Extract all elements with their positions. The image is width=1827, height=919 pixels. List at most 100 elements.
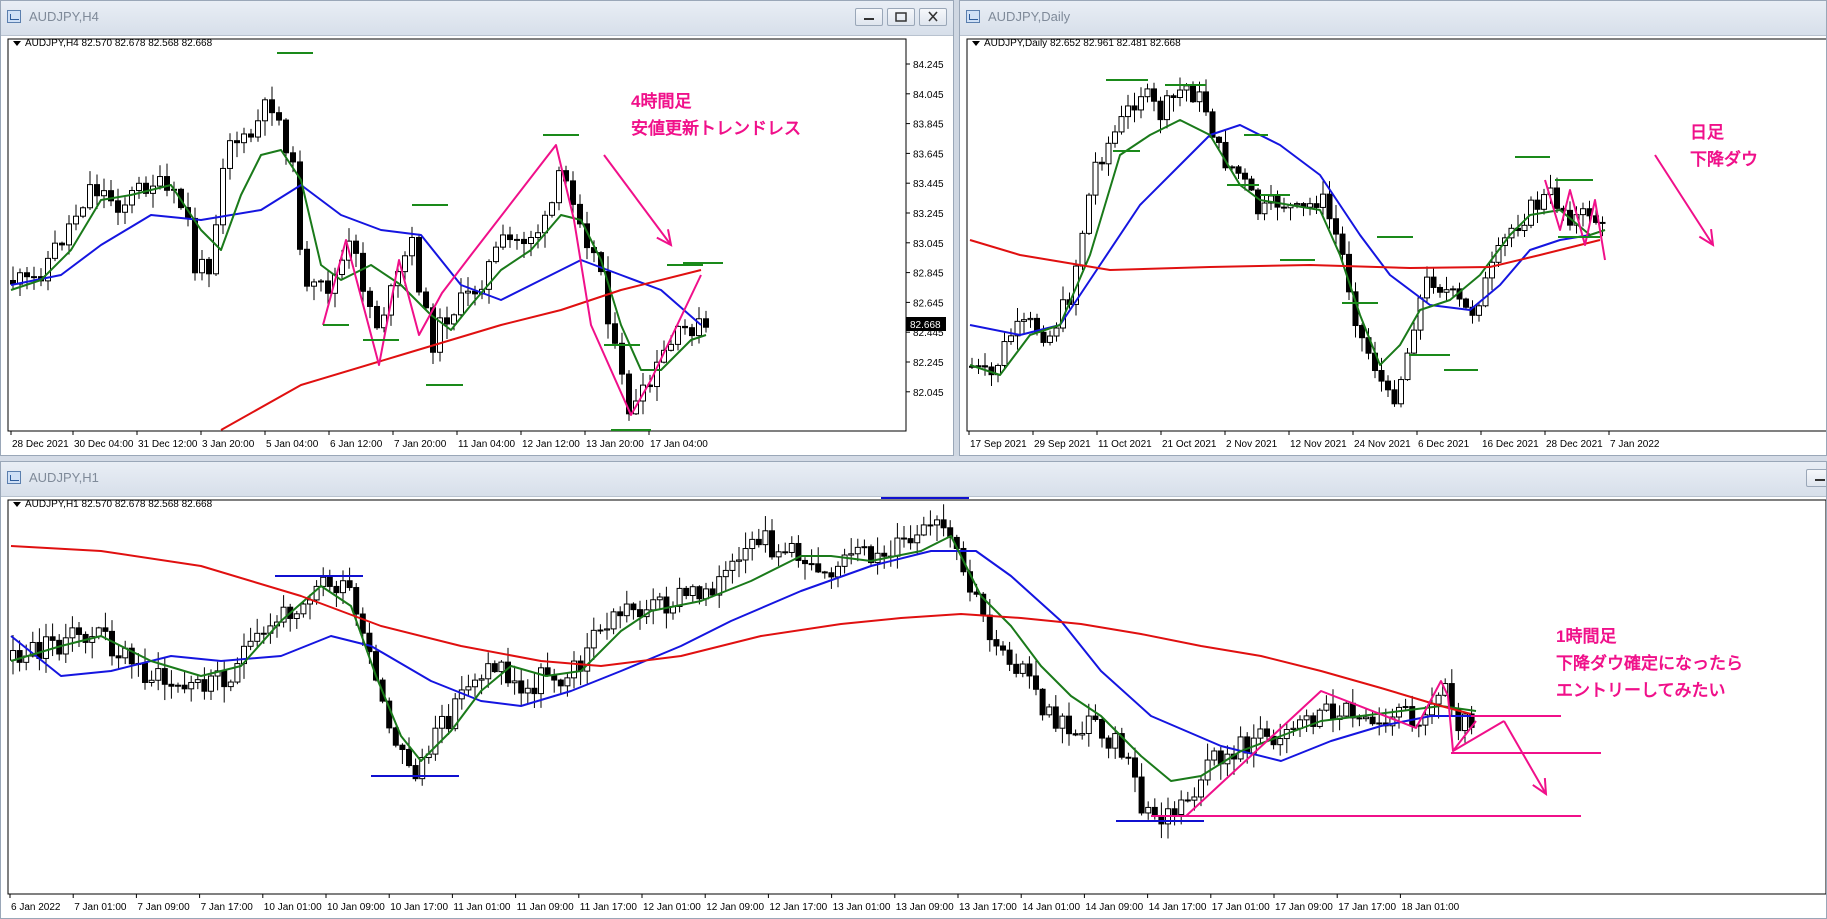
x-tick-label: 13 Jan 17:00 — [959, 902, 1017, 913]
candle-body — [367, 290, 373, 307]
candle-body — [689, 586, 696, 597]
h4-price-chart[interactable]: 84.245 84.045 83.845 83.645 83.445 83.245 83.0… — [1, 35, 953, 455]
candle-body — [1316, 709, 1323, 727]
candle-body — [199, 258, 205, 274]
candle-body — [528, 236, 534, 245]
h1-price-chart[interactable]: 6 Jan 2022 7 Jan 01:00 7 Jan 09:00 7 Jan 17… — [1, 496, 1826, 918]
candle-body — [1079, 232, 1086, 267]
h1-titlebar[interactable]: AUDJPY,H1 — [1, 462, 1826, 497]
candle-body — [1184, 799, 1191, 802]
candle-body — [920, 524, 927, 536]
candle-body — [43, 636, 49, 659]
h4-titlebar[interactable]: AUDJPY,H4 — [1, 1, 953, 36]
candle-body — [346, 580, 353, 589]
x-tick-label: 31 Dec 12:00 — [138, 439, 198, 450]
candle-body — [102, 627, 109, 632]
candle-body — [1244, 736, 1251, 754]
candle-body — [610, 611, 617, 630]
daily-price-chart[interactable]: 17 Sep 2021 29 Sep 2021 11 Oct 2021 21 Oct … — [960, 35, 1827, 455]
candle-body — [755, 538, 762, 546]
candle-body — [689, 327, 695, 337]
y-tick-label: 83.245 — [913, 209, 944, 220]
h4-window-title: AUDJPY,H4 — [29, 9, 99, 24]
candle-body — [619, 342, 625, 375]
candle-body — [1297, 719, 1303, 729]
candle-body — [1211, 750, 1218, 761]
candle-body — [304, 248, 310, 287]
candle-body — [69, 627, 76, 639]
candle-body — [1079, 732, 1086, 736]
candle-body — [630, 603, 637, 611]
h1-window-title: AUDJPY,H1 — [29, 470, 99, 485]
candle-body — [617, 611, 624, 617]
candle-body — [194, 679, 201, 683]
y-tick-label: 83.445 — [913, 179, 944, 190]
candle-body — [874, 552, 881, 564]
candle-body — [465, 686, 472, 691]
minimize-button[interactable] — [855, 8, 883, 26]
candle-body — [1196, 91, 1203, 103]
candle-body — [1006, 649, 1013, 665]
candle-body — [551, 675, 558, 681]
candle-body — [1138, 776, 1145, 814]
candle-body — [564, 677, 571, 687]
candle-body — [175, 684, 181, 687]
h4-chart-window[interactable]: AUDJPY,H4 84.245 84.045 83.845 83.645 83.445… — [0, 0, 954, 456]
candle-body — [623, 603, 630, 617]
candle-body — [248, 133, 254, 138]
x-tick-label: 3 Jan 20:00 — [202, 439, 255, 450]
candle-body — [914, 534, 921, 544]
candle-body — [1411, 329, 1417, 354]
candle-body — [1443, 289, 1450, 293]
candle-body — [1085, 715, 1092, 734]
candle-body — [360, 252, 366, 292]
close-button[interactable] — [919, 8, 947, 26]
candle-body — [709, 588, 716, 596]
daily-titlebar[interactable]: AUDJPY,Daily — [960, 1, 1826, 36]
candle-body — [1198, 779, 1204, 798]
candle-body — [1157, 100, 1164, 121]
candle-body — [221, 670, 228, 688]
candle-body — [66, 223, 72, 246]
plot-area — [7, 38, 907, 432]
minimize-button[interactable] — [1806, 469, 1826, 487]
candle-body — [1333, 218, 1339, 235]
candle-body — [934, 519, 940, 526]
y-tick-label: 82.245 — [913, 358, 944, 369]
candle-body — [1356, 717, 1363, 720]
price-tag-label: 82.668 — [910, 320, 941, 331]
candle-body — [1534, 199, 1541, 210]
candle-body — [1008, 335, 1014, 343]
h1-chart-window[interactable]: AUDJPY,H1 6 Jan 2022 7 Jan 01:00 7 Jan 09:… — [0, 461, 1827, 919]
candle-body — [241, 133, 247, 144]
candle-body — [1033, 675, 1039, 690]
x-tick-label: 13 Jan 09:00 — [896, 902, 954, 913]
candle-body — [1052, 706, 1059, 729]
minimize-icon — [1815, 479, 1825, 481]
daily-chart-window[interactable]: AUDJPY,Daily 17 Sep 2021 29 Sep 2021 11 Oc… — [959, 0, 1827, 456]
candle-body — [1171, 808, 1178, 816]
x-tick-label: 7 Jan 20:00 — [394, 439, 447, 450]
restore-button[interactable] — [887, 8, 915, 26]
candle-body — [1040, 331, 1047, 343]
x-tick-label: 11 Jan 04:00 — [458, 439, 516, 450]
candle-body — [736, 559, 742, 562]
candle-body — [1235, 166, 1242, 174]
candle-body — [1376, 722, 1383, 725]
candle-body — [16, 650, 23, 663]
candle-body — [1385, 380, 1391, 391]
candle-body — [1144, 88, 1151, 98]
annotation-text: 日足 — [1690, 123, 1724, 142]
y-tick-label: 83.845 — [913, 120, 944, 131]
candle-body — [1099, 161, 1105, 165]
candle-body — [80, 207, 86, 217]
dropdown-triangle-icon — [13, 501, 21, 507]
candle-body — [1170, 95, 1177, 99]
x-tick-label: 7 Jan 09:00 — [137, 902, 190, 913]
x-tick-label: 10 Jan 17:00 — [390, 902, 448, 913]
candle-body — [927, 524, 934, 527]
x-tick-label: 10 Jan 01:00 — [264, 902, 322, 913]
candle-body — [696, 586, 703, 600]
x-tick-label: 11 Jan 17:00 — [580, 902, 638, 913]
candle-body — [49, 636, 56, 641]
